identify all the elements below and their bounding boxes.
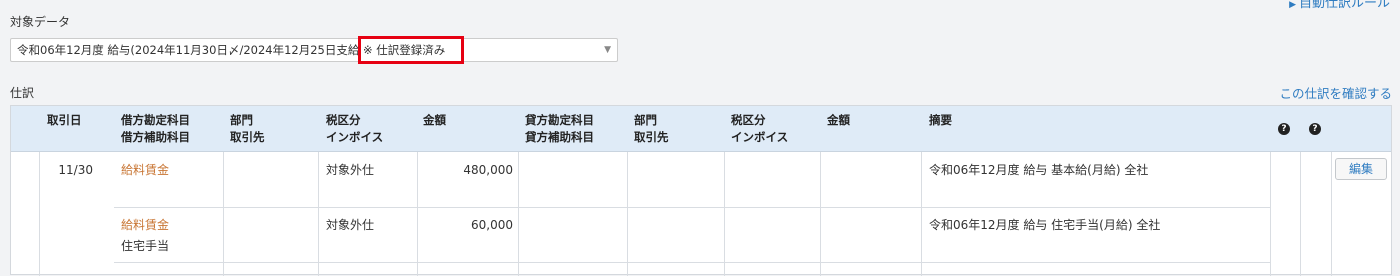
header-credit-amount: 金額 — [827, 113, 850, 127]
column-divider — [820, 152, 821, 276]
journal-table: 取引日 借方勘定科目 借方補助科目 部門 取引先 税区分 インボイス 金額 貸方… — [10, 105, 1392, 276]
header-credit-dept: 部門 取引先 — [634, 112, 669, 146]
header-debit-amount: 金額 — [423, 113, 446, 127]
row-amount: 60,000 — [471, 218, 513, 232]
table-header: 取引日 借方勘定科目 借方補助科目 部門 取引先 税区分 インボイス 金額 貸方… — [11, 106, 1391, 152]
journal-label: 仕訳 — [10, 86, 35, 100]
header-credit-sub-label: 貸方補助科目 — [525, 130, 594, 144]
header-debit-dept-label: 部門 — [230, 113, 253, 127]
column-divider — [417, 152, 418, 276]
header-credit-account-label: 貸方勘定科目 — [525, 113, 594, 127]
column-divider — [114, 152, 115, 276]
row-divider — [114, 262, 1270, 263]
header-credit-invoice-label: インボイス — [731, 130, 789, 144]
row-memo: 令和06年12月度 給与 基本給(月給) 全社 — [929, 163, 1149, 177]
header-credit-dept-label: 部門 — [634, 113, 657, 127]
chevron-down-icon: ▼ — [604, 45, 611, 55]
header-credit-tax: 税区分 インボイス — [731, 112, 788, 146]
row-debit-sub-account: 住宅手当 — [121, 239, 170, 253]
caret-right-icon: ▶ — [1289, 0, 1296, 10]
row-amount: 480,000 — [463, 163, 513, 177]
header-credit-account: 貸方勘定科目 貸方補助科目 — [525, 112, 594, 146]
confirm-journal-link[interactable]: この仕訳を確認する — [1279, 83, 1392, 102]
column-divider — [39, 152, 40, 276]
column-divider — [1331, 152, 1332, 276]
column-divider — [1300, 152, 1301, 276]
column-divider — [921, 152, 922, 276]
row-memo: 令和06年12月度 給与 住宅手当(月給) 全社 — [929, 218, 1161, 232]
column-divider — [518, 152, 519, 276]
status-text: ※ 仕訳登録済み — [363, 43, 446, 57]
auto-journal-rule-label: 自動仕訳ルール — [1298, 0, 1390, 11]
header-memo: 摘要 — [929, 113, 952, 127]
header-debit-dept: 部門 取引先 — [230, 112, 265, 146]
row-debit-account[interactable]: 給料賃金 — [121, 162, 169, 178]
row-tax-category: 対象外仕 — [326, 163, 375, 177]
target-data-select[interactable]: 令和06年12月度 給与(2024年11月30日〆/2024年12月25日支給)… — [10, 38, 618, 62]
header-date: 取引日 — [47, 113, 82, 127]
auto-journal-rule-link[interactable]: ▶ 自動仕訳ルール — [1289, 0, 1390, 11]
column-divider — [223, 152, 224, 276]
header-credit-partner-label: 取引先 — [634, 130, 669, 144]
header-debit-tax-label: 税区分 — [326, 113, 361, 127]
header-credit-tax-label: 税区分 — [731, 113, 766, 127]
help-icon[interactable]: ? — [1278, 123, 1290, 135]
help-icon[interactable]: ? — [1309, 123, 1321, 135]
row-tax-category: 対象外仕 — [326, 218, 375, 232]
header-debit-sub-label: 借方補助科目 — [121, 130, 190, 144]
column-divider — [1270, 152, 1271, 276]
column-divider — [318, 152, 319, 276]
header-debit-tax: 税区分 インボイス — [326, 112, 383, 146]
header-debit-partner-label: 取引先 — [230, 130, 265, 144]
row-date: 11/30 — [58, 163, 93, 177]
row-debit-account[interactable]: 給料賃金 — [121, 217, 169, 233]
column-divider — [627, 152, 628, 276]
target-data-value: 令和06年12月度 給与(2024年11月30日〆/2024年12月25日支給) — [17, 43, 364, 57]
journal-registered-status: ※ 仕訳登録済み — [358, 36, 464, 64]
header-debit-account: 借方勘定科目 借方補助科目 — [121, 112, 190, 146]
header-debit-invoice-label: インボイス — [326, 130, 384, 144]
edit-button[interactable]: 編集 — [1335, 158, 1387, 180]
row-divider — [114, 207, 1270, 208]
target-data-label: 対象データ — [10, 15, 71, 29]
column-divider — [724, 152, 725, 276]
header-debit-account-label: 借方勘定科目 — [121, 113, 190, 127]
